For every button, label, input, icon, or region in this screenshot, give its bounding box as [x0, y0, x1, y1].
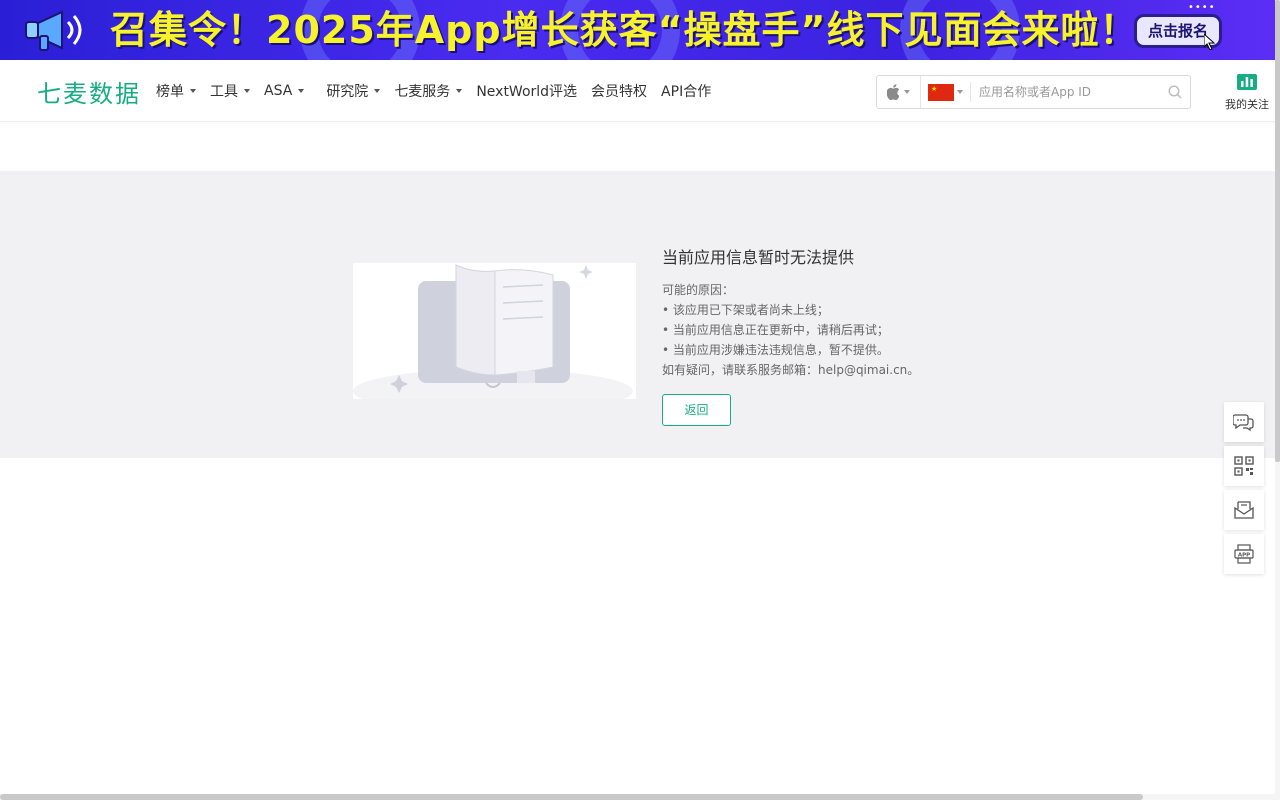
empty-state-illustration	[353, 263, 636, 413]
caret-down-icon	[298, 89, 305, 93]
back-button[interactable]: 返回	[662, 394, 731, 426]
reasons-heading: 可能的原因：	[662, 283, 735, 297]
my-follow-button[interactable]: 我的关注	[1218, 74, 1276, 112]
nav-item-label: NextWorld评选	[476, 84, 578, 100]
contact-email-text: 如有疑问，请联系服务邮箱：help@qimai.cn。	[662, 363, 920, 377]
open-book-icon	[353, 264, 633, 413]
nav-item-label: ASA	[264, 83, 293, 99]
reason-item: • 该应用已下架或者尚未上线；	[662, 303, 829, 317]
chat-button[interactable]	[1224, 402, 1264, 442]
cursor-icon	[1203, 32, 1216, 54]
scrollbar-thumb[interactable]	[0, 794, 1143, 800]
nav-item-membership[interactable]: 会员特权	[591, 81, 647, 101]
nav-item-label: 榜单	[156, 84, 184, 100]
search-input[interactable]	[971, 85, 1160, 99]
content-area	[0, 171, 1275, 458]
caret-down-icon	[957, 90, 963, 94]
nav-item-tools[interactable]: 工具	[210, 81, 250, 101]
caret-down-icon	[244, 89, 250, 93]
caret-down-icon	[456, 89, 463, 93]
nav-item-label: API合作	[661, 84, 712, 100]
feedback-button[interactable]	[1224, 490, 1264, 530]
nav-item-label: 工具	[210, 84, 238, 100]
search-icon	[1168, 85, 1182, 99]
app-download-button[interactable]: APP	[1224, 534, 1264, 574]
bar-chart-icon	[1237, 74, 1257, 90]
horizontal-scrollbar[interactable]	[0, 794, 1275, 800]
caret-down-icon	[190, 89, 196, 93]
chat-icon	[1233, 414, 1254, 432]
qrcode-button[interactable]	[1224, 446, 1264, 486]
error-title: 当前应用信息暂时无法提供	[662, 248, 855, 267]
apple-icon	[887, 84, 900, 100]
my-follow-label: 我的关注	[1225, 98, 1269, 111]
search-button[interactable]	[1160, 76, 1190, 108]
promo-banner[interactable]: 召集令！2025年App增长获客“操盘手”线下见面会来啦！ •••• 点击报名	[0, 0, 1275, 60]
nav-item-services[interactable]: 七麦服务	[394, 81, 463, 101]
banner-dots: ••••	[1188, 2, 1216, 13]
banner-headline: 召集令！2025年App增长获客“操盘手”线下见面会来啦！	[110, 8, 1139, 52]
nav-item-asa[interactable]: ASA	[264, 83, 305, 99]
platform-selector[interactable]	[877, 76, 921, 108]
china-flag-icon: ★	[928, 83, 954, 101]
vertical-scrollbar[interactable]	[1275, 0, 1280, 800]
nav-item-label: 会员特权	[591, 84, 648, 100]
nav-item-nextworld[interactable]: NextWorld评选	[476, 81, 577, 101]
nav-item-label: 研究院	[326, 84, 369, 100]
country-selector[interactable]: ★	[921, 82, 971, 102]
reasons-list: 可能的原因： • 该应用已下架或者尚未上线； • 当前应用信息正在更新中，请稍后…	[662, 280, 919, 380]
nav-item-label: 七麦服务	[394, 84, 451, 100]
reason-item: • 当前应用涉嫌违法违规信息，暂不提供。	[662, 343, 889, 357]
nav-item-api[interactable]: API合作	[661, 81, 711, 101]
search-box: ★	[876, 75, 1191, 109]
mail-icon	[1234, 501, 1254, 519]
site-logo[interactable]: 七麦数据	[37, 74, 141, 109]
floating-toolbar: APP	[1224, 402, 1264, 578]
caret-down-icon	[374, 89, 381, 93]
scrollbar-thumb[interactable]	[1275, 0, 1280, 462]
main-nav: 榜单 工具 ASA 研究院 七麦服务 NextWorld评选 会员特权 API合…	[156, 60, 725, 122]
megaphone-icon	[25, 10, 82, 51]
nav-item-rankings[interactable]: 榜单	[156, 81, 196, 101]
site-header: 七麦数据 榜单 工具 ASA 研究院 七麦服务 NextWorld评选 会员特权…	[0, 60, 1275, 122]
app-download-icon: APP	[1234, 544, 1254, 564]
reason-item: • 当前应用信息正在更新中，请稍后再试；	[662, 323, 889, 337]
nav-item-research[interactable]: 研究院	[326, 81, 381, 101]
svg-text:APP: APP	[1238, 553, 1250, 559]
caret-down-icon	[904, 90, 910, 94]
qrcode-icon	[1234, 456, 1254, 476]
